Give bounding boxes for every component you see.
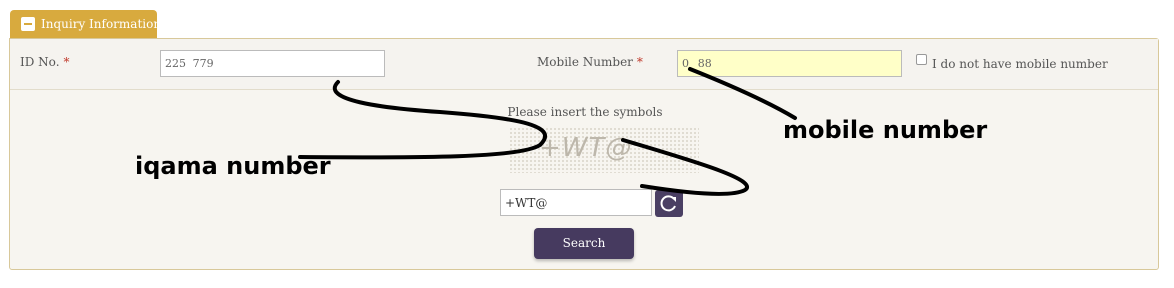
annotation-mobile: mobile number [783, 116, 988, 144]
annotation-strokes [298, 67, 797, 196]
annotation-iqama: iqama number [135, 152, 331, 180]
